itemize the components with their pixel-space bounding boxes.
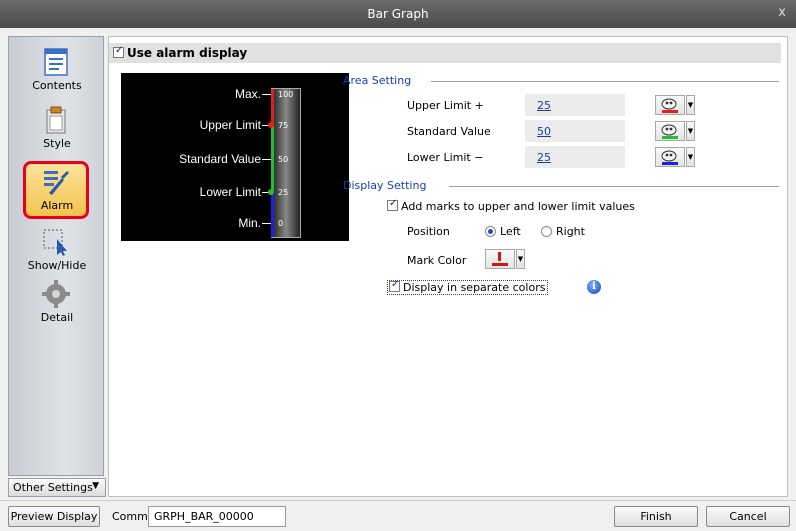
lower-limit-value[interactable]: 25	[537, 151, 551, 164]
position-right-label: Right	[556, 225, 585, 238]
chevron-down-icon: ▼	[92, 481, 99, 491]
finish-button[interactable]: Finish	[614, 506, 698, 527]
palette-icon	[661, 150, 678, 165]
standard-value-value[interactable]: 50	[537, 125, 551, 138]
use-alarm-display-label: Use alarm display	[127, 46, 248, 60]
upper-limit-label: Upper Limit +	[407, 99, 484, 112]
preview-label-min: Min.	[238, 216, 261, 230]
add-marks-label: Add marks to upper and lower limit value…	[401, 200, 635, 213]
sidebar-item-style[interactable]: Style	[9, 103, 105, 163]
lower-limit-label: Lower Limit −	[407, 151, 484, 164]
mark-color-button[interactable]: ▼	[485, 249, 525, 269]
separate-colors-checkbox[interactable]: Display in separate colors	[387, 279, 549, 295]
mark-color-label: Mark Color	[407, 254, 467, 267]
add-marks-checkbox[interactable]: Add marks to upper and lower limit value…	[387, 198, 635, 213]
divider	[449, 186, 779, 187]
preview-label-max: Max.	[234, 87, 261, 101]
scale-0: 0	[278, 219, 284, 228]
chevron-down-icon: ▼	[686, 121, 695, 141]
scale-50: 50	[278, 155, 289, 164]
lower-zone-bar	[271, 192, 274, 237]
preview-label-standard: Standard Value	[179, 152, 261, 166]
cancel-button[interactable]: Cancel	[706, 506, 790, 527]
show-hide-icon	[43, 229, 67, 256]
sidebar-item-label: Contents	[32, 79, 82, 92]
radio-icon	[541, 226, 552, 237]
position-left-radio[interactable]: Left	[485, 225, 521, 238]
scale-25: 25	[278, 188, 289, 197]
title-bar: Bar Graph x	[0, 0, 796, 28]
radio-icon	[485, 226, 496, 237]
sidebar-item-label: Alarm	[40, 199, 74, 212]
bar-graph-preview: Max. Upper Limit Standard Value Lower Li…	[121, 73, 349, 241]
detail-icon	[42, 280, 70, 308]
lower-limit-marker	[268, 189, 274, 195]
upper-limit-value[interactable]: 25	[537, 99, 551, 112]
comm-label: Comm	[112, 510, 148, 523]
sidebar-item-label: Style	[43, 137, 71, 150]
alarm-icon	[44, 171, 69, 195]
position-left-label: Left	[500, 225, 521, 238]
checkbox-icon	[387, 198, 398, 211]
scale-75: 75	[278, 121, 289, 130]
checkbox-icon	[389, 279, 400, 292]
window-body: Contents Style Alarm Show/Hide Detail Ot…	[0, 28, 796, 531]
info-icon[interactable]: i	[587, 280, 601, 294]
style-icon	[46, 106, 66, 134]
preview-label-lower: Lower Limit	[199, 185, 261, 199]
standard-value-label: Standard Value	[407, 125, 491, 138]
footer-bar: Preview Display Comm GRPH_BAR_00000 Fini…	[0, 500, 796, 531]
area-setting-title: Area Setting	[343, 74, 412, 87]
other-settings-button[interactable]: Other Settings ▼	[8, 478, 106, 497]
chevron-down-icon: ▼	[516, 249, 525, 269]
display-setting-title: Display Setting	[343, 179, 427, 192]
palette-icon	[661, 98, 678, 113]
marker-color-icon	[492, 252, 508, 266]
main-panel: Use alarm display Max. Upper Limit Stand…	[108, 36, 788, 497]
sidebar-item-detail[interactable]: Detail	[9, 277, 105, 337]
upper-limit-marker	[268, 122, 274, 128]
sidebar-item-label: Detail	[40, 311, 74, 324]
sidebar-item-contents[interactable]: Contents	[9, 45, 105, 105]
divider	[431, 81, 779, 82]
chevron-down-icon: ▼	[686, 95, 695, 115]
lower-limit-color-button[interactable]: ▼	[655, 147, 695, 167]
sidebar-item-label: Show/Hide	[27, 259, 87, 272]
close-icon[interactable]: x	[778, 5, 786, 20]
standard-value-color-button[interactable]: ▼	[655, 121, 695, 141]
standard-zone-bar	[271, 126, 274, 192]
position-label: Position	[407, 225, 450, 238]
palette-icon	[661, 124, 678, 139]
upper-limit-color-button[interactable]: ▼	[655, 95, 695, 115]
chevron-down-icon: ▼	[686, 147, 695, 167]
contents-icon	[44, 48, 68, 76]
separate-colors-label: Display in separate colors	[403, 281, 546, 294]
preview-label-upper: Upper Limit	[199, 118, 261, 132]
window-title: Bar Graph	[367, 7, 429, 21]
position-right-radio[interactable]: Right	[541, 225, 585, 238]
upper-zone-bar	[271, 89, 274, 126]
scale-100: 100	[278, 90, 294, 99]
sidebar: Contents Style Alarm Show/Hide Detail	[8, 36, 104, 476]
sidebar-item-show-hide[interactable]: Show/Hide	[9, 225, 105, 285]
sidebar-item-alarm[interactable]: Alarm	[9, 161, 105, 225]
preview-display-button[interactable]: Preview Display	[8, 506, 100, 527]
checkbox-icon	[113, 45, 124, 58]
other-settings-label: Other Settings	[13, 481, 93, 494]
comm-input[interactable]: GRPH_BAR_00000	[148, 506, 286, 527]
use-alarm-display-checkbox[interactable]: Use alarm display	[109, 43, 781, 63]
